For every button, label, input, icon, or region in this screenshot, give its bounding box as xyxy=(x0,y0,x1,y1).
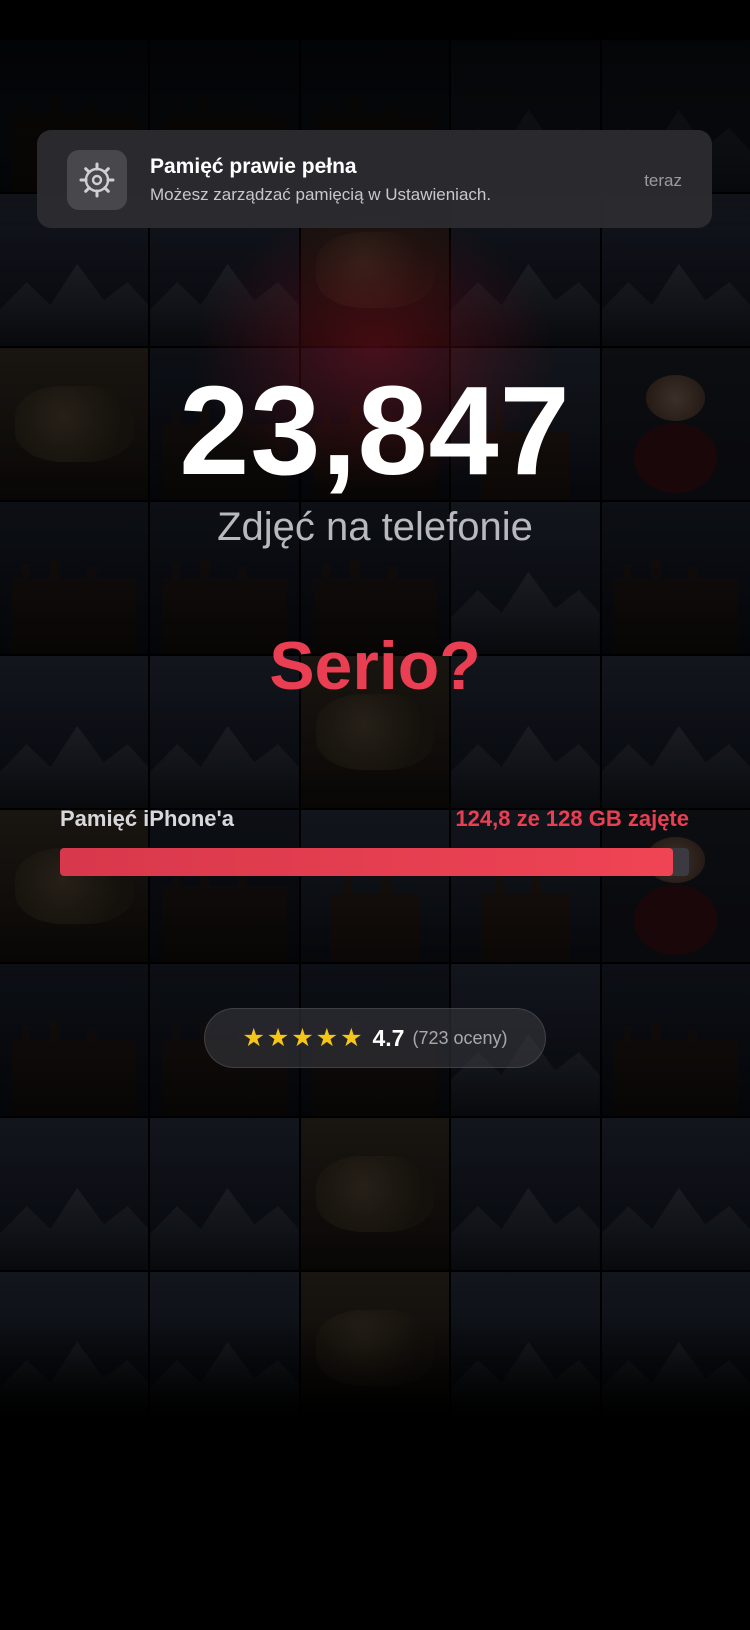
storage-bar-fill xyxy=(60,848,674,876)
rating-badge: ★★★★★ 4.7 (723 oceny) xyxy=(204,1008,546,1068)
headline: Serio? xyxy=(269,628,481,704)
notification-banner[interactable]: Pamięć prawie pełna Możesz zarządzać pam… xyxy=(37,130,712,228)
storage-bar xyxy=(60,848,689,876)
storage-label: Pamięć iPhone'a xyxy=(60,806,234,831)
rating-count: (723 oceny) xyxy=(412,1027,508,1048)
storage-usage-text: 124,8 ze 128 GB zajęte xyxy=(455,806,689,831)
notification-time: teraz xyxy=(644,171,682,190)
rating-value: 4.7 xyxy=(372,1024,405,1051)
gear-icon xyxy=(79,162,115,198)
notification-body: Możesz zarządzać pamięcią w Ustawieniach… xyxy=(150,185,492,204)
photo-count: 23,847 xyxy=(179,360,571,501)
notification-title: Pamięć prawie pełna xyxy=(150,155,357,178)
settings-app-icon xyxy=(67,150,127,210)
star-rating-icons: ★★★★★ xyxy=(242,1024,365,1052)
photo-count-caption: Zdjęć na telefonie xyxy=(217,505,533,549)
